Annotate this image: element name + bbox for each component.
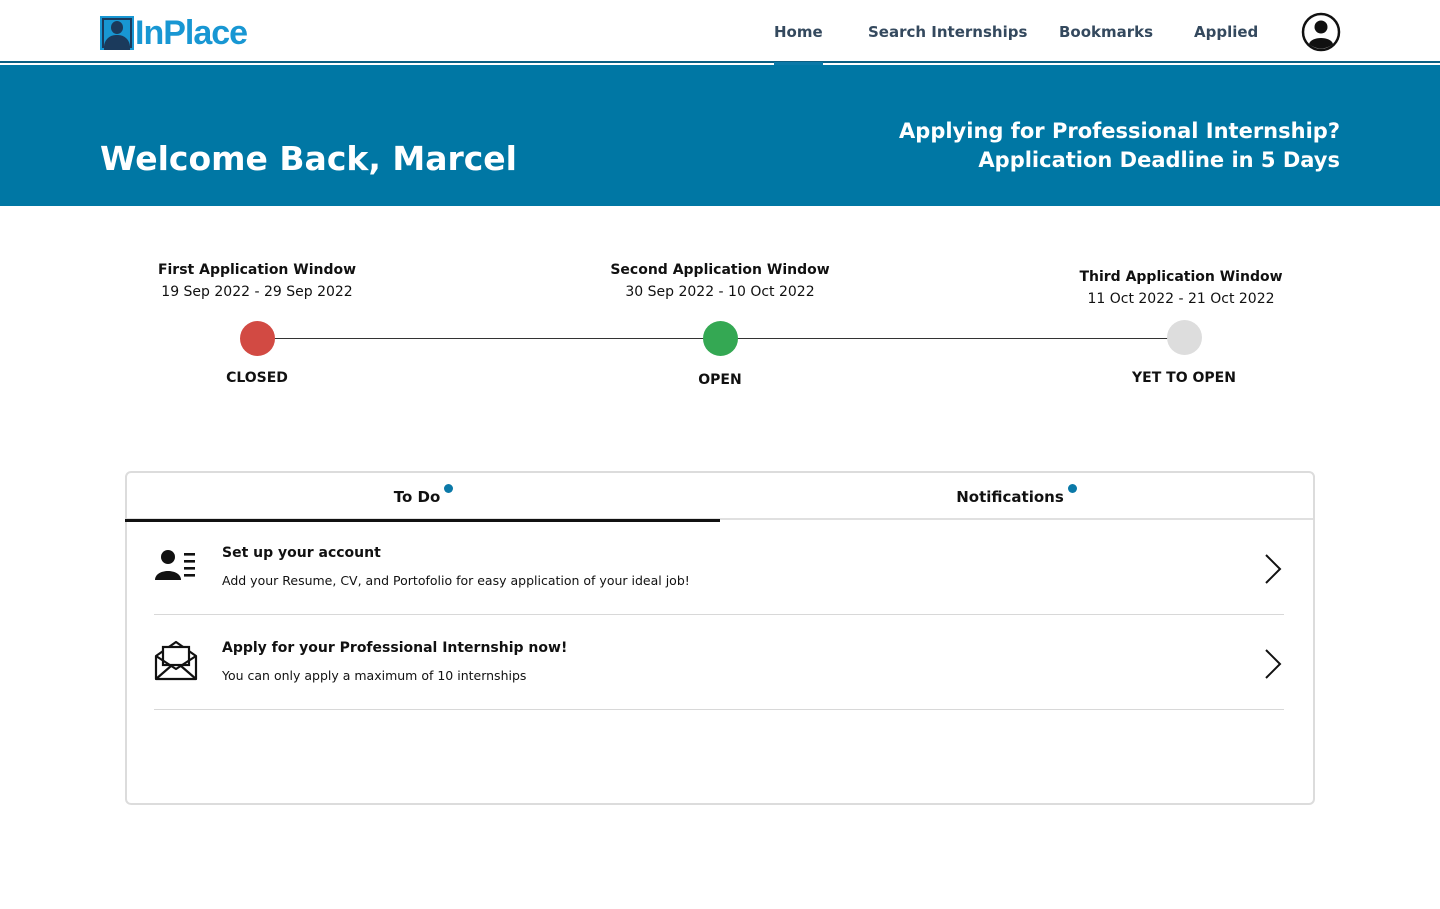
unread-dot-icon (444, 484, 454, 493)
window-title: Third Application Window (1079, 269, 1283, 285)
todo-notifications-panel: To Do Notifications Set up your account … (125, 471, 1315, 805)
chevron-right-icon[interactable] (1262, 648, 1284, 680)
deadline-question: Applying for Professional Internship? (899, 119, 1340, 143)
window-dates: 11 Oct 2022 - 21 Oct 2022 (1087, 291, 1275, 307)
todo-item-title: Apply for your Professional Internship n… (222, 640, 568, 656)
todo-item-description: Add your Resume, CV, and Portofolio for … (222, 573, 690, 588)
welcome-banner: Welcome Back, Marcel Applying for Profes… (0, 65, 1440, 206)
tab-label: Notifications (956, 487, 1064, 506)
status-label-yet-to-open: YET TO OPEN (1132, 370, 1236, 386)
todo-item-title: Set up your account (222, 545, 381, 561)
deadline-notice: Applying for Professional Internship? Ap… (899, 117, 1340, 175)
logo-person-icon (100, 16, 134, 50)
account-card-icon (155, 550, 195, 580)
window-dates: 30 Sep 2022 - 10 Oct 2022 (625, 284, 815, 300)
status-label-open: OPEN (698, 372, 742, 388)
panel-tabs: To Do Notifications (125, 473, 1313, 522)
welcome-heading: Welcome Back, Marcel (100, 139, 517, 178)
tab-label: To Do (393, 487, 441, 506)
window-dates: 19 Sep 2022 - 29 Sep 2022 (161, 284, 353, 300)
timeline-window-first: First Application Window 19 Sep 2022 - 2… (107, 262, 407, 300)
todo-item-setup-account[interactable]: Set up your account Add your Resume, CV,… (154, 521, 1284, 615)
logo-text: InPlace (135, 14, 248, 52)
tab-to-do[interactable]: To Do (125, 473, 720, 522)
nav-search-internships[interactable]: Search Internships (868, 0, 1027, 63)
status-dot-yet-to-open (1167, 320, 1202, 355)
nav-home[interactable]: Home (774, 0, 823, 65)
timeline-window-third: Third Application Window 11 Oct 2022 - 2… (1031, 269, 1331, 307)
nav-applied[interactable]: Applied (1194, 0, 1258, 63)
app-logo[interactable]: InPlace (100, 14, 248, 52)
todo-item-apply-internship[interactable]: Apply for your Professional Internship n… (154, 616, 1284, 710)
status-dot-closed (240, 321, 275, 356)
todo-item-description: You can only apply a maximum of 10 inter… (222, 668, 527, 683)
chevron-right-icon[interactable] (1262, 553, 1284, 585)
status-label-closed: CLOSED (226, 370, 288, 386)
open-envelope-icon (154, 640, 198, 681)
top-navigation-bar: InPlace Home Search Internships Bookmark… (0, 0, 1440, 65)
status-dot-open (703, 321, 738, 356)
user-circle-icon[interactable] (1301, 12, 1341, 52)
deadline-countdown: Application Deadline in 5 Days (978, 148, 1340, 172)
unread-dot-icon (1067, 484, 1077, 493)
timeline-window-second: Second Application Window 30 Sep 2022 - … (570, 262, 870, 300)
nav-bookmarks[interactable]: Bookmarks (1059, 0, 1153, 63)
tab-notifications[interactable]: Notifications (720, 473, 1313, 520)
window-title: First Application Window (157, 262, 357, 278)
window-title: Second Application Window (610, 262, 830, 278)
